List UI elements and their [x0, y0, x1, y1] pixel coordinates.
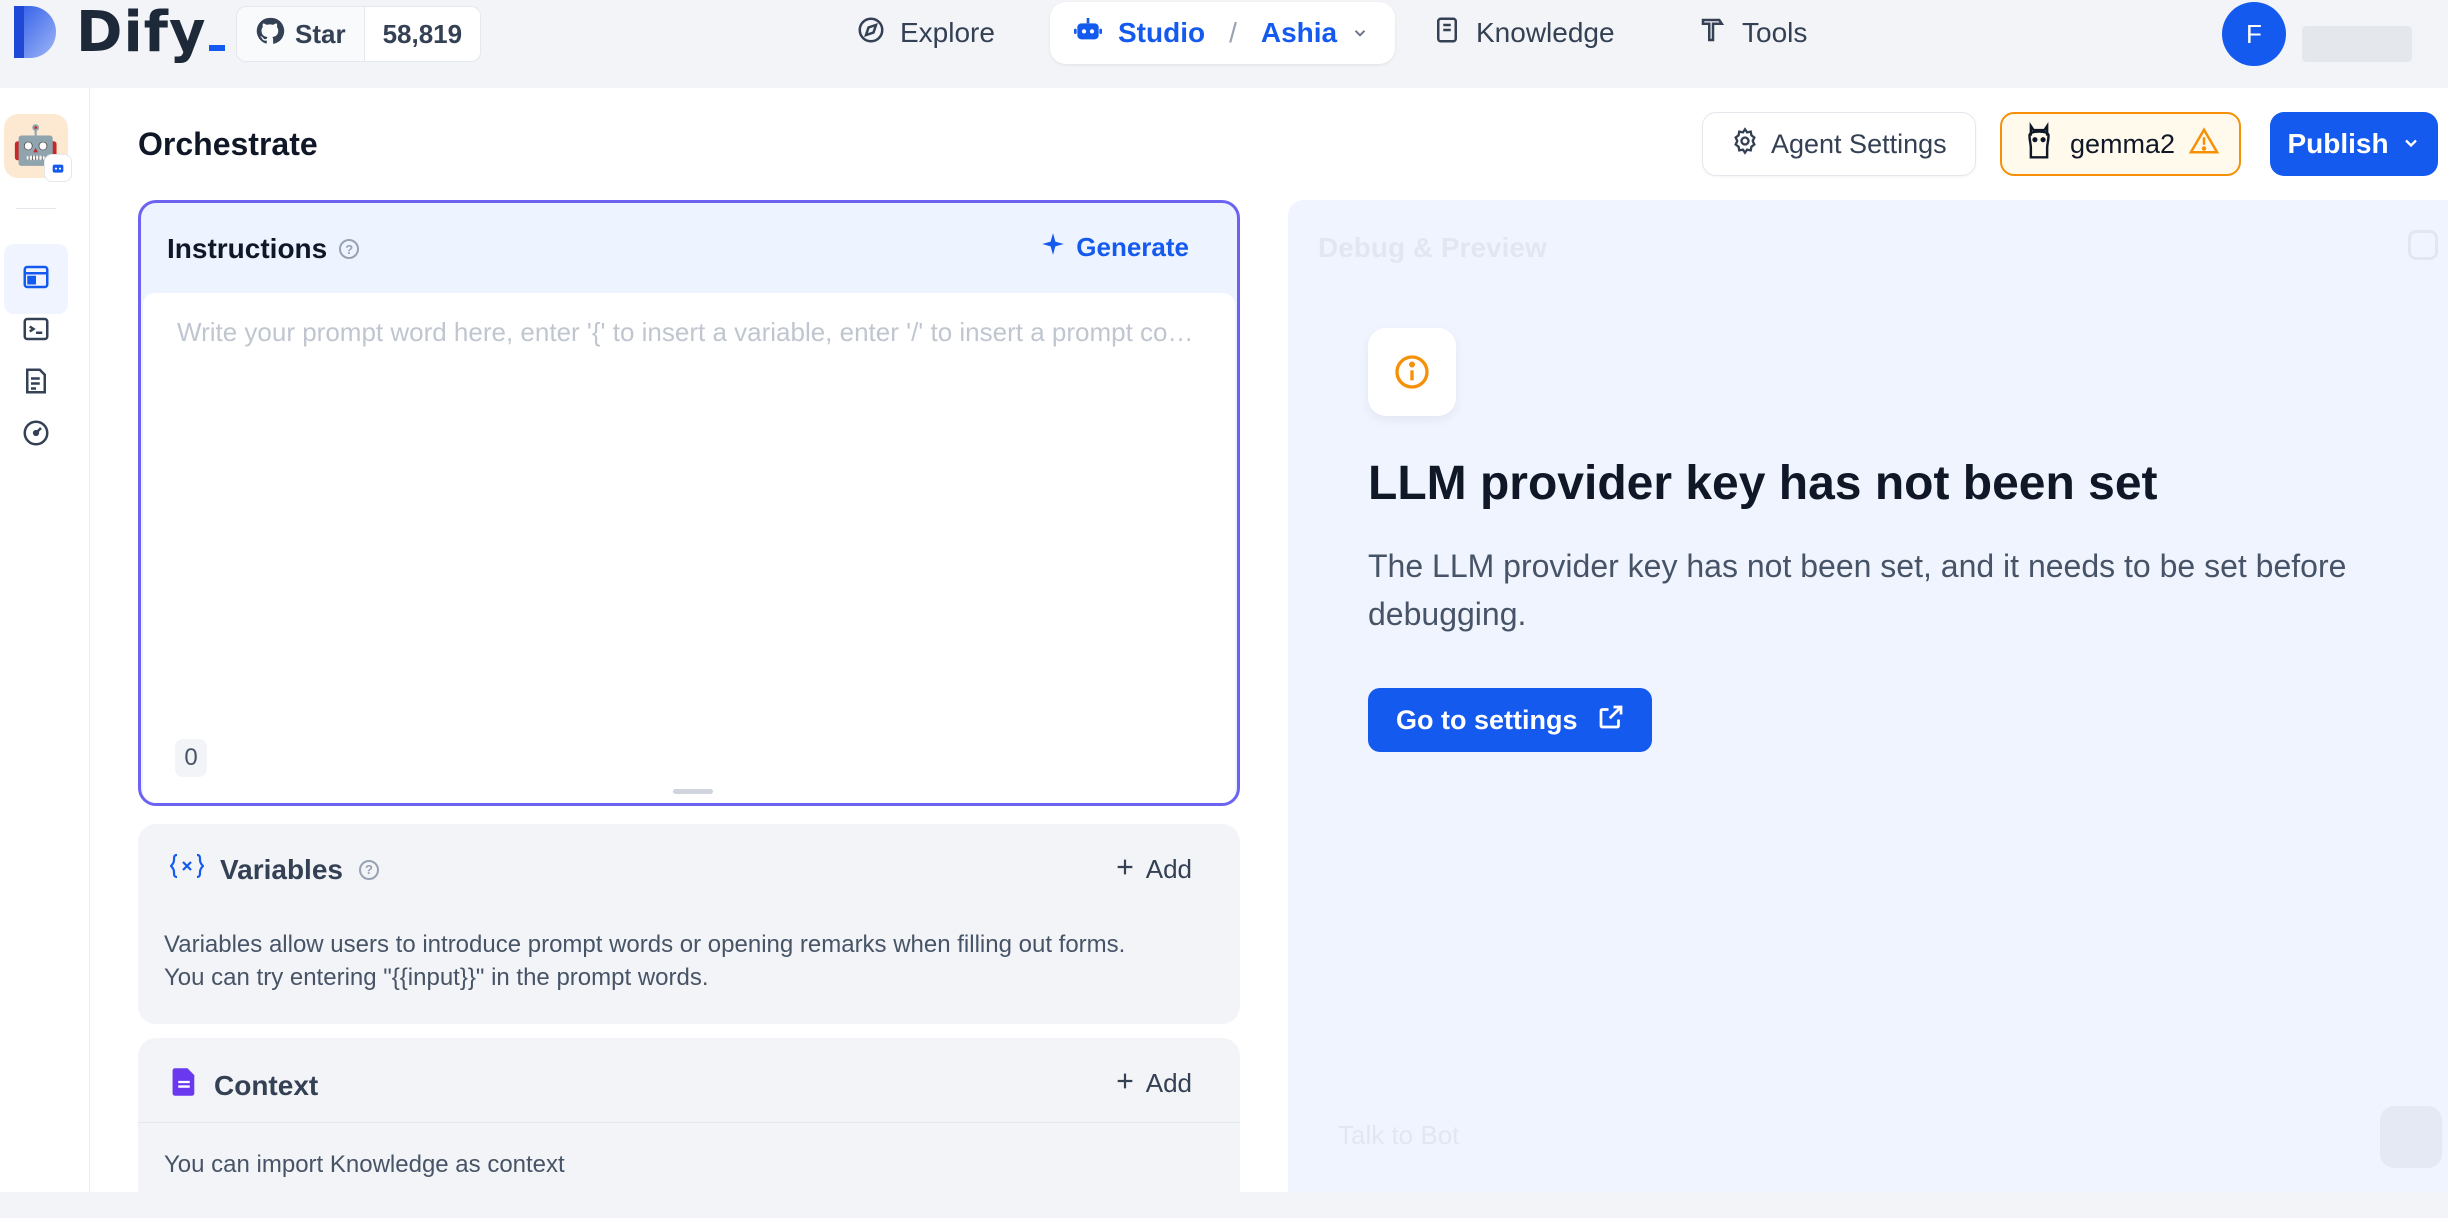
model-selector-button[interactable]: gemma2	[2000, 112, 2242, 176]
agent-settings-label: Agent Settings	[1771, 128, 1947, 159]
app-sidebar: 🤖	[0, 88, 90, 1192]
variables-label: Variables	[220, 853, 343, 885]
variables-description-line-2: You can try entering "{{input}}" in the …	[164, 964, 709, 991]
nav-studio[interactable]: Studio / Ashia	[1050, 2, 1396, 64]
compass-icon	[856, 15, 886, 52]
variables-description: Variables allow users to introduce promp…	[164, 928, 1204, 994]
refresh-icon[interactable]	[2408, 230, 2438, 260]
publish-button[interactable]: Publish	[2270, 112, 2438, 176]
user-name-redacted[interactable]	[2302, 26, 2412, 62]
agent-badge-icon	[44, 154, 72, 182]
context-label: Context	[214, 1069, 319, 1101]
sidebar-item-monitoring[interactable]	[4, 400, 68, 470]
warning-title: LLM provider key has not been set	[1368, 457, 2158, 510]
dify-logo[interactable]: Dify	[12, 0, 225, 65]
add-variable-button[interactable]: Add	[1114, 854, 1192, 885]
user-avatar[interactable]: F	[2222, 2, 2286, 66]
help-icon[interactable]: ?	[339, 239, 360, 259]
variables-header: Variables ?	[169, 852, 379, 887]
info-icon	[1368, 328, 1456, 416]
generate-label: Generate	[1076, 232, 1189, 262]
warning-description: The LLM provider key has not been set, a…	[1368, 548, 2347, 632]
debug-preview-title: Debug & Preview	[1318, 232, 1547, 263]
context-divider	[138, 1122, 1240, 1123]
dify-logo-icon	[12, 4, 64, 60]
help-icon[interactable]: ?	[358, 859, 379, 880]
github-star-button[interactable]: Star 58,819	[236, 6, 482, 62]
sparkle-icon	[1040, 231, 1066, 264]
instructions-panel: Instructions ? Generate Write your promp…	[138, 200, 1240, 806]
nav-knowledge[interactable]: Knowledge	[1432, 2, 1615, 64]
hammer-icon	[1698, 15, 1728, 52]
document-icon	[170, 1066, 198, 1105]
robot-icon	[1072, 14, 1104, 53]
debug-preview-panel: Debug & Preview LLM provider key has not…	[1288, 200, 2448, 1192]
prompt-editor[interactable]: Write your prompt word here, enter '{' t…	[143, 293, 1235, 803]
context-header: Context	[170, 1066, 318, 1105]
current-app-name[interactable]: Ashia	[1261, 17, 1337, 49]
github-star-label: Star	[295, 18, 346, 49]
nav-knowledge-label: Knowledge	[1476, 17, 1615, 48]
github-star-count: 58,819	[364, 7, 481, 61]
book-icon	[1432, 15, 1462, 52]
chevron-down-icon	[2401, 128, 2421, 160]
nav-studio-label: Studio	[1118, 17, 1206, 48]
add-context-button[interactable]: Add	[1114, 1068, 1192, 1099]
main-content: 🤖 Orchestrate Agent Settings gemma2 Publ…	[0, 88, 2448, 1218]
generate-button[interactable]: Generate	[1040, 231, 1189, 264]
character-count: 0	[175, 739, 207, 777]
variable-braces-icon	[169, 852, 205, 887]
gear-icon	[1731, 126, 1759, 162]
resize-handle[interactable]	[673, 789, 713, 794]
nav-explore-label: Explore	[900, 17, 995, 48]
gauge-icon	[21, 418, 51, 453]
prompt-placeholder: Write your prompt word here, enter '{' t…	[177, 317, 1197, 347]
go-to-settings-button[interactable]: Go to settings	[1368, 688, 1652, 752]
context-panel: Context Add You can import Knowledge as …	[138, 1038, 1240, 1218]
brand-name: Dify	[76, 0, 225, 65]
plus-icon	[1114, 854, 1136, 885]
top-navigation: Dify Star 58,819 Explore Studio / Ashia …	[0, 0, 2448, 88]
github-icon	[255, 16, 285, 53]
window-icon	[21, 262, 51, 297]
context-description: You can import Knowledge as context	[164, 1151, 565, 1178]
page-title: Orchestrate	[138, 126, 318, 162]
warning-triangle-icon	[2188, 126, 2220, 162]
app-icon[interactable]: 🤖	[4, 114, 72, 182]
plus-icon	[1114, 1068, 1136, 1099]
publish-label: Publish	[2287, 128, 2389, 159]
instructions-label: Instructions	[167, 233, 328, 264]
nav-tools-label: Tools	[1742, 17, 1808, 48]
chevron-down-icon[interactable]	[1351, 17, 1369, 49]
nav-tools[interactable]: Tools	[1698, 2, 1807, 64]
log-document-icon	[21, 366, 51, 401]
model-name: gemma2	[2070, 128, 2176, 159]
add-variable-label: Add	[1145, 854, 1192, 884]
sidebar-divider	[16, 208, 56, 209]
nav-separator: /	[1229, 17, 1237, 48]
go-to-settings-label: Go to settings	[1396, 704, 1578, 735]
variables-description-line-1: Variables allow users to introduce promp…	[164, 931, 1126, 958]
terminal-icon	[21, 314, 51, 349]
chat-input[interactable]: Talk to Bot	[1338, 1120, 1459, 1151]
add-context-label: Add	[1145, 1068, 1192, 1098]
external-link-icon	[1596, 702, 1626, 739]
send-button[interactable]	[2380, 1106, 2442, 1168]
variables-panel: Variables ? Add Variables allow users to…	[138, 824, 1240, 1024]
instructions-header: Instructions ?	[167, 233, 360, 265]
agent-settings-button[interactable]: Agent Settings	[1702, 112, 1976, 176]
nav-explore[interactable]: Explore	[856, 2, 995, 64]
llama-icon	[2022, 121, 2056, 167]
